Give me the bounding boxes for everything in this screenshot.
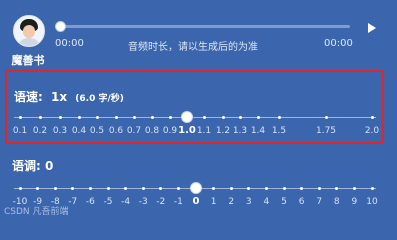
- pitch-tick-label[interactable]: 8: [334, 197, 340, 207]
- pitch-tick-mark[interactable]: [352, 186, 356, 190]
- pitch-tick-mark[interactable]: [370, 186, 374, 190]
- pitch-title: 语调: 0: [12, 157, 53, 174]
- pitch-tick-label[interactable]: 3: [246, 197, 252, 207]
- speed-tick-mark[interactable]: [238, 115, 242, 119]
- speed-tick-mark[interactable]: [324, 115, 328, 119]
- speed-tick-label[interactable]: 0.6: [109, 126, 123, 136]
- pitch-tick-mark[interactable]: [159, 186, 163, 190]
- speed-tick-label[interactable]: 2.0: [365, 126, 379, 136]
- audio-progress-thumb[interactable]: [55, 21, 66, 32]
- pitch-tick-mark[interactable]: [212, 186, 216, 190]
- speed-tick-mark[interactable]: [202, 115, 206, 119]
- speed-tick-mark[interactable]: [95, 115, 99, 119]
- speed-tick-mark[interactable]: [114, 115, 118, 119]
- speed-tick-label[interactable]: 1.2: [216, 126, 230, 136]
- speed-tick-mark[interactable]: [18, 115, 22, 119]
- pitch-tick-mark[interactable]: [247, 186, 251, 190]
- pitch-tick-label[interactable]: -2: [156, 197, 165, 207]
- audio-duration-note: 音频时长，请以生成后的为准: [128, 42, 258, 53]
- audio-time-start: 00:00: [55, 38, 84, 49]
- speed-rate: (6.0 字/秒): [75, 94, 124, 104]
- pitch-tick-label[interactable]: 5: [281, 197, 287, 207]
- speed-tick-label[interactable]: 0.7: [127, 126, 141, 136]
- pitch-tick-mark[interactable]: [71, 186, 75, 190]
- pitch-tick-mark[interactable]: [229, 186, 233, 190]
- speed-tick-mark[interactable]: [168, 115, 172, 119]
- pitch-tick-label[interactable]: -1: [174, 197, 183, 207]
- pitch-tick-label[interactable]: 2: [228, 197, 234, 207]
- pitch-tick-mark[interactable]: [300, 186, 304, 190]
- pitch-tick-mark[interactable]: [124, 186, 128, 190]
- pitch-tick-label[interactable]: 7: [316, 197, 322, 207]
- speed-tick-label[interactable]: 1.1: [197, 126, 211, 136]
- play-icon[interactable]: [368, 23, 376, 33]
- pitch-tick-label[interactable]: -6: [86, 197, 95, 207]
- speed-tick-label[interactable]: 0.9: [163, 126, 177, 136]
- pitch-tick-label[interactable]: 0: [193, 196, 200, 207]
- speed-tick-label[interactable]: 0.3: [53, 126, 67, 136]
- pitch-slider-knob[interactable]: [190, 182, 202, 194]
- pitch-tick-label[interactable]: 10: [366, 197, 377, 207]
- pitch-tick-label[interactable]: -3: [139, 197, 148, 207]
- speed-tick-label[interactable]: 0.8: [145, 126, 159, 136]
- pitch-tick-mark[interactable]: [18, 186, 22, 190]
- pitch-tick-mark[interactable]: [53, 186, 57, 190]
- speed-tick-mark[interactable]: [38, 115, 42, 119]
- speed-tick-label[interactable]: 0.2: [33, 126, 47, 136]
- speed-tick-mark[interactable]: [256, 115, 260, 119]
- speed-tick-mark[interactable]: [150, 115, 154, 119]
- pitch-tick-label[interactable]: -4: [121, 197, 130, 207]
- pitch-tick-label[interactable]: 6: [299, 197, 305, 207]
- audio-time-end: 00:00: [324, 38, 353, 49]
- speed-tick-mark[interactable]: [221, 115, 225, 119]
- pitch-tick-mark[interactable]: [317, 186, 321, 190]
- audio-progress-track[interactable]: [60, 25, 350, 28]
- speed-tick-label[interactable]: 0.5: [90, 126, 104, 136]
- speed-value: 1x: [51, 90, 68, 104]
- speed-title: 语速: 1x (6.0 字/秒): [14, 88, 124, 105]
- pitch-label: 语调:: [12, 159, 41, 173]
- speed-label: 语速:: [14, 90, 43, 104]
- pitch-tick-mark[interactable]: [282, 186, 286, 190]
- pitch-tick-label[interactable]: -7: [68, 197, 77, 207]
- speed-slider-track[interactable]: [14, 117, 376, 118]
- pitch-tick-mark[interactable]: [106, 186, 110, 190]
- pitch-value: 0: [45, 159, 54, 173]
- pitch-tick-mark[interactable]: [176, 186, 180, 190]
- speed-tick-label[interactable]: 1.75: [316, 126, 336, 136]
- pitch-tick-label[interactable]: 9: [352, 197, 358, 207]
- speed-tick-mark[interactable]: [58, 115, 62, 119]
- avatar: [13, 15, 45, 47]
- pitch-tick-mark[interactable]: [141, 186, 145, 190]
- speed-tick-mark[interactable]: [132, 115, 136, 119]
- speed-tick-label[interactable]: 0.4: [72, 126, 86, 136]
- pitch-tick-mark[interactable]: [264, 186, 268, 190]
- speed-tick-label[interactable]: 1.5: [272, 126, 286, 136]
- speed-slider-knob[interactable]: [181, 111, 193, 123]
- speed-tick-mark[interactable]: [77, 115, 81, 119]
- pitch-tick-mark[interactable]: [36, 186, 40, 190]
- pitch-tick-label[interactable]: 4: [264, 197, 270, 207]
- pitch-tick-mark[interactable]: [335, 186, 339, 190]
- speed-tick-mark[interactable]: [370, 115, 374, 119]
- user-name: 魔善书: [11, 54, 45, 67]
- speed-tick-label[interactable]: 0.1: [13, 126, 27, 136]
- pitch-tick-label[interactable]: 1: [211, 197, 217, 207]
- watermark: CSDN 凡吾前端: [4, 207, 69, 217]
- speed-tick-label[interactable]: 1.0: [178, 125, 196, 136]
- speed-tick-label[interactable]: 1.3: [233, 126, 247, 136]
- pitch-tick-mark[interactable]: [88, 186, 92, 190]
- speed-tick-label[interactable]: 1.4: [251, 126, 265, 136]
- pitch-tick-label[interactable]: -5: [104, 197, 113, 207]
- speed-tick-mark[interactable]: [277, 115, 281, 119]
